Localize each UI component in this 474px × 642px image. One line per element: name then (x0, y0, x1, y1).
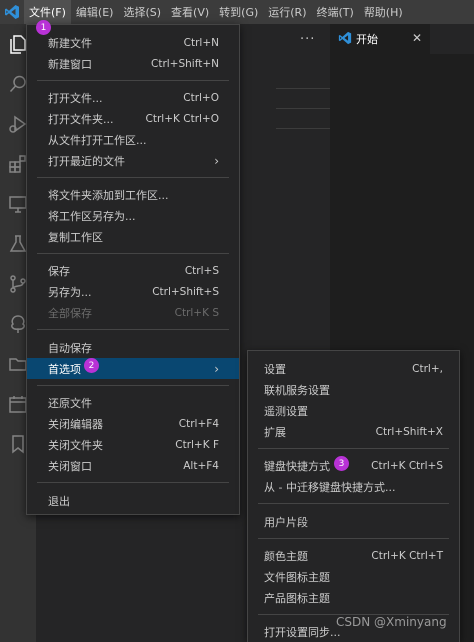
menu-item-color-theme[interactable]: 颜色主题 Ctrl+K Ctrl+T (248, 545, 459, 566)
menu-item-settings[interactable]: 设置 Ctrl+, (248, 358, 459, 379)
menu-item-exit[interactable]: 退出 (27, 490, 239, 511)
menu-item-open-recent[interactable]: 打开最近的文件 › (27, 150, 239, 171)
menu-item-close-editor[interactable]: 关闭编辑器 Ctrl+F4 (27, 413, 239, 434)
menu-bar: 文件(F) 编辑(E) 选择(S) 查看(V) 转到(G) 运行(R) 终端(T… (0, 0, 474, 24)
close-icon[interactable]: ✕ (412, 31, 422, 45)
menu-item-keyboard-shortcuts[interactable]: 键盘快捷方式 Ctrl+K Ctrl+S (248, 455, 459, 476)
menu-item-new-file[interactable]: 新建文件 Ctrl+N (27, 32, 239, 53)
menu-item-close-folder[interactable]: 关闭文件夹 Ctrl+K F (27, 434, 239, 455)
menu-item-online-services-settings[interactable]: 联机服务设置 (248, 379, 459, 400)
menu-separator (37, 80, 229, 81)
menu-separator (37, 482, 229, 483)
tab-welcome[interactable]: 开始 ✕ (330, 24, 430, 54)
menu-item-telemetry-settings[interactable]: 遥测设置 (248, 400, 459, 421)
menu-item-add-folder-to-workspace[interactable]: 将文件夹添加到工作区... (27, 184, 239, 205)
menu-item-file-icon-theme[interactable]: 文件图标主题 (248, 566, 459, 587)
annotation-badge-2: 2 (84, 358, 99, 373)
menu-item-auto-save[interactable]: 自动保存 (27, 337, 239, 358)
menu-item-open-workspace[interactable]: 从文件打开工作区... (27, 129, 239, 150)
menu-item-new-window[interactable]: 新建窗口 Ctrl+Shift+N (27, 53, 239, 74)
menu-separator (258, 503, 449, 504)
menu-item-open-folder[interactable]: 打开文件夹... Ctrl+K Ctrl+O (27, 108, 239, 129)
preferences-submenu: 设置 Ctrl+, 联机服务设置 遥测设置 扩展 Ctrl+Shift+X 键盘快捷… (247, 350, 460, 642)
vscode-logo-icon (0, 0, 24, 24)
menu-item-save-as[interactable]: 另存为... Ctrl+Shift+S (27, 281, 239, 302)
menu-item-close-window[interactable]: 关闭窗口 Alt+F4 (27, 455, 239, 476)
chevron-right-icon: › (214, 153, 219, 168)
menu-separator (258, 538, 449, 539)
menu-edit[interactable]: 编辑(E) (71, 0, 119, 24)
menu-terminal[interactable]: 终端(T) (312, 0, 359, 24)
menu-item-save-workspace-as[interactable]: 将工作区另存为... (27, 205, 239, 226)
menu-separator (37, 329, 229, 330)
menu-item-product-icon-theme[interactable]: 产品图标主题 (248, 587, 459, 608)
more-actions-icon[interactable]: ... (300, 28, 315, 43)
menu-separator (258, 448, 449, 449)
annotation-badge-1: 1 (36, 20, 51, 35)
menu-item-open-file[interactable]: 打开文件... Ctrl+O (27, 87, 239, 108)
menu-go[interactable]: 转到(G) (214, 0, 263, 24)
file-menu: 新建文件 Ctrl+N 新建窗口 Ctrl+Shift+N 打开文件... Ctrl+… (26, 24, 240, 515)
menu-item-save-all[interactable]: 全部保存 Ctrl+K S (27, 302, 239, 323)
watermark: CSDN @Xminyang (336, 615, 447, 629)
chevron-right-icon: › (214, 361, 219, 376)
menu-item-user-snippets[interactable]: 用户片段 (248, 511, 459, 532)
menu-selection[interactable]: 选择(S) (118, 0, 166, 24)
annotation-badge-3: 3 (334, 456, 349, 471)
menu-item-preferences[interactable]: 首选项 › (27, 358, 239, 379)
menu-item-revert-file[interactable]: 还原文件 (27, 392, 239, 413)
tab-label: 开始 (356, 33, 378, 46)
menu-item-duplicate-workspace[interactable]: 复制工作区 (27, 226, 239, 247)
menu-item-migrate-keyboard-shortcuts[interactable]: 从 - 中迁移键盘快捷方式... (248, 476, 459, 497)
menu-view[interactable]: 查看(V) (166, 0, 214, 24)
menu-help[interactable]: 帮助(H) (359, 0, 408, 24)
vscode-tab-icon (338, 31, 352, 48)
menu-separator (37, 177, 229, 178)
menu-item-save[interactable]: 保存 Ctrl+S (27, 260, 239, 281)
menu-separator (37, 385, 229, 386)
menu-separator (37, 253, 229, 254)
menu-run[interactable]: 运行(R) (263, 0, 311, 24)
menu-item-extensions[interactable]: 扩展 Ctrl+Shift+X (248, 421, 459, 442)
